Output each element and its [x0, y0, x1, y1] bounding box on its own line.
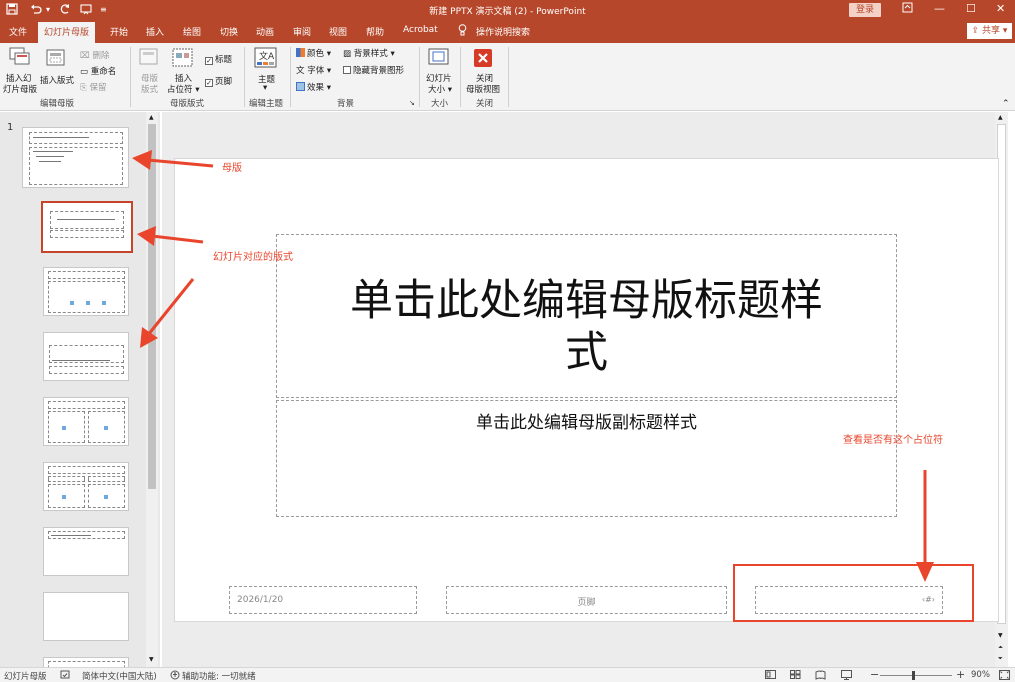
annotation-layout: 幻灯片对应的版式: [213, 252, 293, 263]
view-name-label: 幻灯片母版: [4, 672, 47, 682]
spelling-icon[interactable]: [60, 670, 70, 682]
zoom-out-button[interactable]: −: [870, 668, 879, 681]
zoom-slider-handle[interactable]: [912, 671, 915, 680]
arrow-to-layouts-list: [140, 278, 195, 348]
normal-view-icon[interactable]: [765, 670, 776, 682]
zoom-slider-track[interactable]: [880, 675, 952, 676]
reading-view-icon[interactable]: [815, 670, 826, 682]
zoom-in-button[interactable]: +: [956, 668, 965, 681]
accessibility-status[interactable]: 辅助功能: 一切就绪: [182, 670, 256, 682]
slideshow-icon[interactable]: [841, 670, 852, 682]
arrow-to-master: [132, 150, 214, 170]
fit-slide-icon[interactable]: [999, 670, 1010, 682]
language-label[interactable]: 简体中文(中国大陆): [82, 670, 157, 682]
accessibility-icon[interactable]: [170, 670, 180, 682]
arrow-to-layout: [137, 226, 204, 246]
slide-sorter-icon[interactable]: [790, 670, 801, 682]
status-bar: 幻灯片母版 简体中文(中国大陆) 辅助功能: 一切就绪 − + 90%: [0, 667, 1015, 682]
arrow-to-slide-number: [916, 470, 934, 582]
annotation-arrows: [132, 150, 934, 582]
annotation-check-placeholder: 查看是否有这个占位符: [843, 435, 943, 446]
zoom-level[interactable]: 90%: [971, 670, 990, 680]
annotation-master: 母版: [222, 163, 242, 174]
